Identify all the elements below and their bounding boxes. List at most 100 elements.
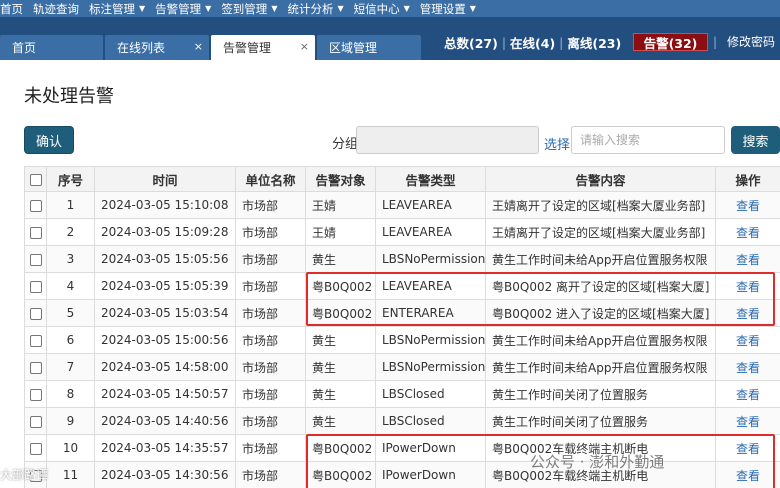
cell-no: 3: [46, 245, 95, 273]
cell-target: 王婧: [305, 191, 376, 219]
view-link[interactable]: 查看: [715, 299, 780, 327]
search-button[interactable]: 搜索: [731, 126, 780, 154]
row-checkbox[interactable]: [29, 226, 42, 239]
search-input[interactable]: 请输入搜索: [571, 126, 725, 154]
row-checkbox[interactable]: [29, 361, 42, 374]
column-header[interactable]: 序号: [46, 166, 95, 192]
row-checkbox[interactable]: [29, 334, 42, 347]
cell-content: 王婧离开了设定的区域[档案大厦业务部]: [485, 191, 716, 219]
table-row: 6 2024-03-05 15:00:56 市场部 黄生 LBSNoPermission…: [24, 326, 780, 354]
watermark-left: 大部路谭: [0, 468, 49, 482]
column-header: 操作: [715, 166, 780, 192]
cell-unit: 市场部: [235, 218, 306, 246]
view-link[interactable]: 查看: [715, 218, 780, 246]
tab-home[interactable]: 首页: [0, 35, 103, 60]
column-header[interactable]: 告警内容: [485, 166, 716, 192]
select-all-checkbox[interactable]: [29, 174, 42, 186]
nav-item-6[interactable]: 短信中心 ▼: [354, 1, 420, 17]
view-link[interactable]: 查看: [715, 380, 780, 408]
cell-unit: 市场部: [235, 380, 306, 408]
cell-type: LEAVEAREA: [375, 272, 486, 300]
row-checkbox[interactable]: [29, 388, 42, 401]
tab-online-list[interactable]: 在线列表 ×: [105, 35, 209, 60]
cell-target: 黄生: [305, 353, 376, 381]
nav-item-1[interactable]: 轨迹查询: [33, 1, 89, 17]
row-checkbox[interactable]: [29, 199, 42, 212]
top-nav: 首页 轨迹查询 标注管理 ▼ 告警管理 ▼ 签到管理 ▼ 统计分析 ▼ 短信中心 ▼ 管理设置 ▼: [0, 0, 780, 17]
cell-target: 粤B0Q002: [305, 272, 376, 300]
tab-label: 告警管理: [223, 41, 272, 55]
cell-target: 黄生: [305, 380, 376, 408]
alarm-count-badge[interactable]: 告警(32): [633, 33, 708, 51]
view-link[interactable]: 查看: [715, 245, 780, 273]
view-link[interactable]: 查看: [715, 353, 780, 381]
cell-content: 黄生工作时间关闭了位置服务: [485, 407, 716, 435]
view-link[interactable]: 查看: [715, 461, 780, 488]
cell-type: IPowerDown: [375, 461, 486, 488]
cell-time: 2024-03-05 15:03:54: [94, 299, 236, 327]
status-online[interactable]: 在线(4): [510, 33, 555, 52]
nav-item-label: 首页: [0, 1, 23, 16]
cell-target: 黄生: [305, 245, 376, 273]
nav-item-label: 管理设置: [419, 1, 466, 16]
row-checkbox[interactable]: [29, 280, 42, 293]
table-row: 5 2024-03-05 15:03:54 市场部 粤B0Q002 ENTERAREA 粤…: [24, 299, 780, 327]
nav-item-2[interactable]: 标注管理 ▼: [89, 1, 155, 17]
nav-item-4[interactable]: 签到管理 ▼: [221, 1, 287, 17]
close-icon[interactable]: ×: [194, 40, 203, 53]
nav-item-5[interactable]: 统计分析 ▼: [287, 1, 353, 17]
status-offline[interactable]: 离线(23): [567, 33, 621, 52]
tab-label: 首页: [12, 41, 37, 55]
cell-unit: 市场部: [235, 191, 306, 219]
view-link[interactable]: 查看: [715, 272, 780, 300]
row-checkbox[interactable]: [29, 253, 42, 266]
group-field[interactable]: [356, 126, 539, 154]
row-checkbox[interactable]: [29, 307, 42, 320]
caret-down-icon: ▼: [205, 4, 212, 13]
separator: |: [713, 35, 718, 49]
nav-item-label: 签到管理: [221, 1, 268, 16]
row-checkbox[interactable]: [29, 442, 42, 455]
cell-time: 2024-03-05 14:58:00: [94, 353, 236, 381]
view-link[interactable]: 查看: [715, 434, 780, 462]
caret-down-icon: ▼: [337, 4, 344, 13]
select-group-link[interactable]: 选择: [544, 134, 570, 153]
cell-unit: 市场部: [235, 461, 306, 488]
cell-target: 王婧: [305, 218, 376, 246]
cell-no: 8: [46, 380, 95, 408]
column-header[interactable]: 单位名称: [235, 166, 306, 192]
nav-item-0[interactable]: 首页: [0, 1, 33, 17]
cell-unit: 市场部: [235, 434, 306, 462]
nav-item-3[interactable]: 告警管理 ▼: [155, 1, 221, 17]
cell-no: 10: [46, 434, 95, 462]
tab-area-management[interactable]: 区域管理: [317, 35, 421, 60]
view-link[interactable]: 查看: [715, 326, 780, 354]
nav-item-7[interactable]: 管理设置 ▼: [420, 1, 486, 17]
column-header[interactable]: 时间: [94, 166, 236, 192]
row-select-cell: [24, 407, 47, 435]
row-checkbox[interactable]: [29, 415, 42, 428]
row-select-cell: [24, 326, 47, 354]
cell-unit: 市场部: [235, 299, 306, 327]
view-link[interactable]: 查看: [715, 407, 780, 435]
cell-time: 2024-03-05 15:05:39: [94, 272, 236, 300]
confirm-button[interactable]: 确认: [24, 126, 74, 154]
column-header[interactable]: 告警对象: [305, 166, 376, 192]
column-header[interactable]: 告警类型: [375, 166, 486, 192]
alarm-table: 序号 时间 单位名称 告警对象 告警类型 告警内容 操作 1 2024-03-05…: [24, 166, 780, 488]
caret-down-icon: ▼: [139, 4, 146, 13]
view-link[interactable]: 查看: [715, 191, 780, 219]
status-total[interactable]: 总数(27): [444, 33, 498, 52]
cell-content: 黄生工作时间未给App开启位置服务权限: [485, 326, 716, 354]
table-row: 2 2024-03-05 15:09:28 市场部 王婧 LEAVEAREA 王婧离开了设…: [24, 218, 780, 246]
cell-content: 粤B0Q002 离开了设定的区域[档案大厦]: [485, 272, 716, 300]
cell-type: LEAVEAREA: [375, 191, 486, 219]
cell-no: 7: [46, 353, 95, 381]
tab-bar: 首页 在线列表 × 告警管理 × 区域管理 总数(27) | 在线(4) | 离…: [0, 17, 780, 60]
cell-no: 9: [46, 407, 95, 435]
close-icon[interactable]: ×: [300, 40, 309, 53]
cell-type: LBSNoPermission: [375, 326, 486, 354]
tab-alarm-management[interactable]: 告警管理 ×: [211, 35, 315, 60]
cell-no: 5: [46, 299, 95, 327]
change-password-link[interactable]: 修改密码: [727, 35, 775, 49]
